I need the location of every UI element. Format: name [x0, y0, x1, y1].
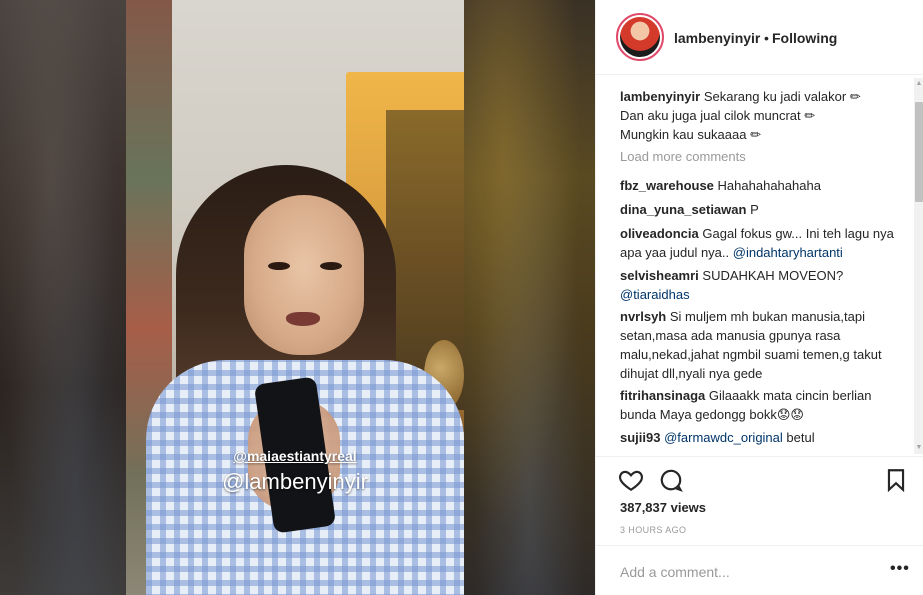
comment-username-link[interactable]: fbz_warehouse: [620, 178, 714, 193]
person-eye-right: [320, 262, 342, 270]
view-count[interactable]: 387,837 views: [620, 500, 706, 515]
header-separator: •: [764, 30, 769, 46]
comment-mention-link[interactable]: @tiaraidhas: [620, 287, 690, 302]
add-comment-input[interactable]: [620, 562, 870, 582]
person-eye-left: [268, 262, 290, 270]
comment-username-link[interactable]: selvisheamri: [620, 268, 699, 283]
comment-item: fbz_warehouse Hahahahahahaha: [620, 176, 898, 195]
comment-item: sujii93 @farmawdc_original betul: [620, 428, 898, 447]
comment-username-link[interactable]: oliveadoncia: [620, 226, 699, 241]
video-frame[interactable]: @maiaestiantyreal @lambenyinyir: [126, 0, 464, 595]
more-options-icon[interactable]: •••: [890, 560, 910, 578]
header-username-link[interactable]: lambenyinyir: [674, 30, 760, 46]
comment-item: nvrlsyh Si muljem mh bukan manusia,tapi …: [620, 307, 898, 383]
caption-username-link[interactable]: lambenyinyir: [620, 89, 700, 104]
comment-text: Hahahahahahaha: [717, 178, 821, 193]
comment-username-link[interactable]: nvrlsyh: [620, 309, 666, 324]
comment-username-link[interactable]: sujii93: [620, 430, 660, 445]
comment-mention-link[interactable]: @farmawdc_original: [664, 430, 783, 445]
post-timestamp[interactable]: 3 HOURS AGO: [620, 525, 686, 535]
comment-text: SUDAHKAH MOVEON?: [702, 268, 844, 283]
comments-scrollbar[interactable]: ▲ ▼: [914, 78, 923, 454]
overlay-tag-small: @maiaestiantyreal: [233, 448, 357, 464]
avatar-image: [620, 17, 660, 57]
blurred-background-right: [464, 0, 595, 595]
add-comment-bar: •••: [596, 545, 923, 595]
comment-username-link[interactable]: dina_yuna_setiawan: [620, 202, 746, 217]
bookmark-icon[interactable]: [883, 467, 909, 493]
person-mouth: [286, 312, 320, 326]
caption-line-3: Mungkin kau sukaaaa ✏: [620, 127, 761, 142]
comment-item: selvisheamri SUDAHKAH MOVEON? @tiaraidha…: [620, 266, 898, 304]
comment-text: betul: [786, 430, 815, 445]
post-media[interactable]: @maiaestiantyreal @lambenyinyir: [0, 0, 595, 595]
comment-text: P: [750, 202, 759, 217]
overlay-tag-big: @lambenyinyir: [222, 469, 368, 494]
caption-line-1: Sekarang ku jadi valakor ✏: [703, 89, 861, 104]
comment-item: oliveadoncia Gagal fokus gw... Ini teh l…: [620, 224, 898, 262]
comment-username-link[interactable]: fitrihansinaga: [620, 388, 705, 403]
post-actions: 387,837 views 3 HOURS AGO: [596, 456, 923, 544]
following-button[interactable]: Following: [772, 30, 837, 46]
scrollbar-thumb[interactable]: [915, 102, 923, 202]
scroll-up-arrow-icon[interactable]: ▲: [914, 78, 923, 90]
person-face: [244, 195, 364, 355]
comment-item: fitrihansinaga Gilaaakk mata cincin berl…: [620, 386, 898, 424]
comments-list[interactable]: lambenyinyir Sekarang ku jadi valakor ✏ …: [596, 76, 923, 456]
comment-icon[interactable]: [658, 467, 684, 493]
scroll-down-arrow-icon[interactable]: ▼: [914, 442, 923, 454]
post-header: lambenyinyir • Following: [596, 0, 923, 75]
load-more-comments-button[interactable]: Load more comments: [620, 149, 746, 164]
caption-line-2: Dan aku juga jual cilok muncrat ✏: [620, 108, 816, 123]
caption: lambenyinyir Sekarang ku jadi valakor ✏ …: [620, 87, 898, 144]
avatar[interactable]: [616, 13, 664, 61]
heart-icon[interactable]: [618, 467, 644, 493]
comment-mention-link[interactable]: @indahtaryhartanti: [733, 245, 843, 260]
comment-item: dina_yuna_setiawan P: [620, 200, 898, 219]
blurred-background-left: [0, 0, 126, 595]
post-details-panel: lambenyinyir • Following lambenyinyir Se…: [595, 0, 923, 595]
